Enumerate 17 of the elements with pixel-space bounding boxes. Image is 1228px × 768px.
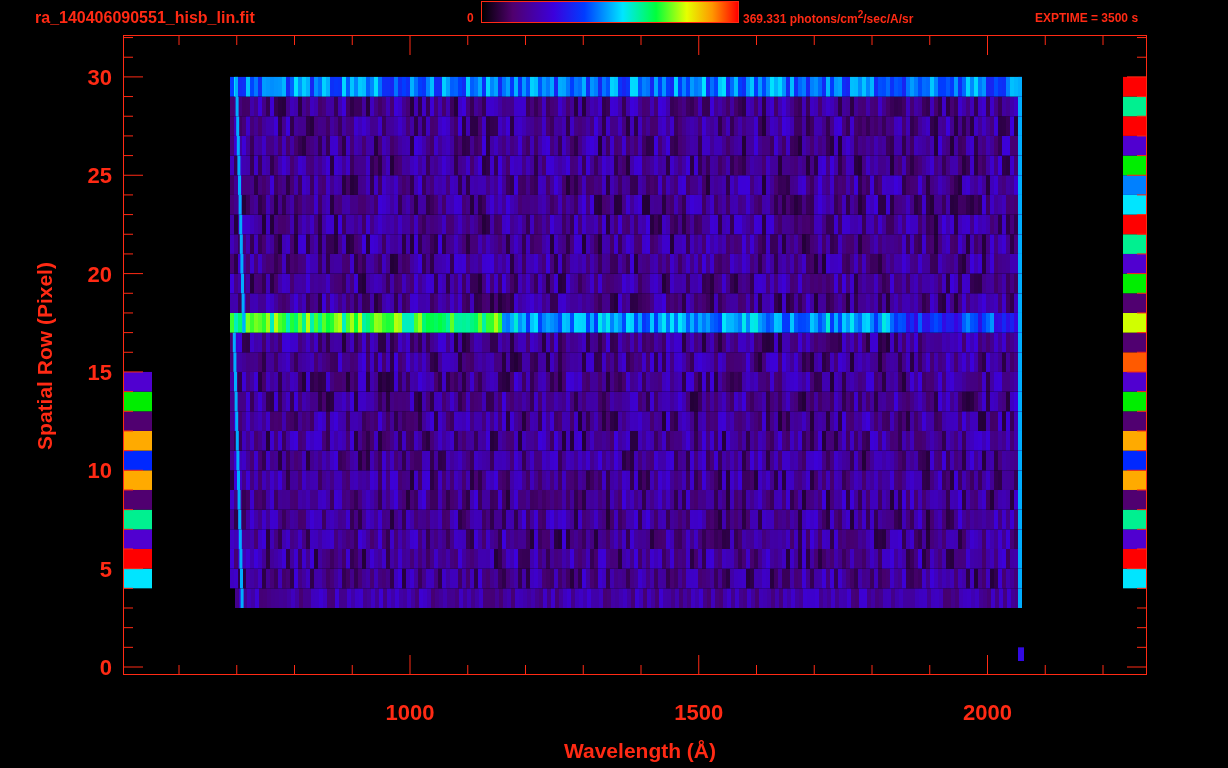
x-tick-label: 2000 [963, 700, 1012, 725]
y-tick-label: 0 [99, 655, 112, 680]
y-tick-label: 10 [87, 458, 112, 484]
x-tick-label: 1000 [385, 700, 435, 725]
y-tick-label: 20 [87, 261, 112, 287]
y-axis-title: Spatial Row (Pixel) [33, 262, 56, 450]
spectrum-tail-mark [1018, 647, 1024, 661]
y-tick-label: 30 [87, 64, 112, 90]
exposure-time-label: EXPTIME = 3500 s [1035, 10, 1139, 25]
colorbar-max-label: 369.331 photons/cm$^{2}$/sec/A/sr [743, 9, 915, 26]
colorbar-min-label: 0 [467, 10, 475, 25]
x-tick-label: 1500 [674, 700, 724, 725]
x-axis-title: Wavelength (Å) [563, 739, 717, 762]
file-title: ra_140406090551_hisb_lin.fit [35, 8, 256, 27]
y-tick-label: 15 [87, 359, 112, 385]
y-tick-label: 5 [99, 556, 112, 582]
y-tick-label: 25 [87, 163, 112, 189]
